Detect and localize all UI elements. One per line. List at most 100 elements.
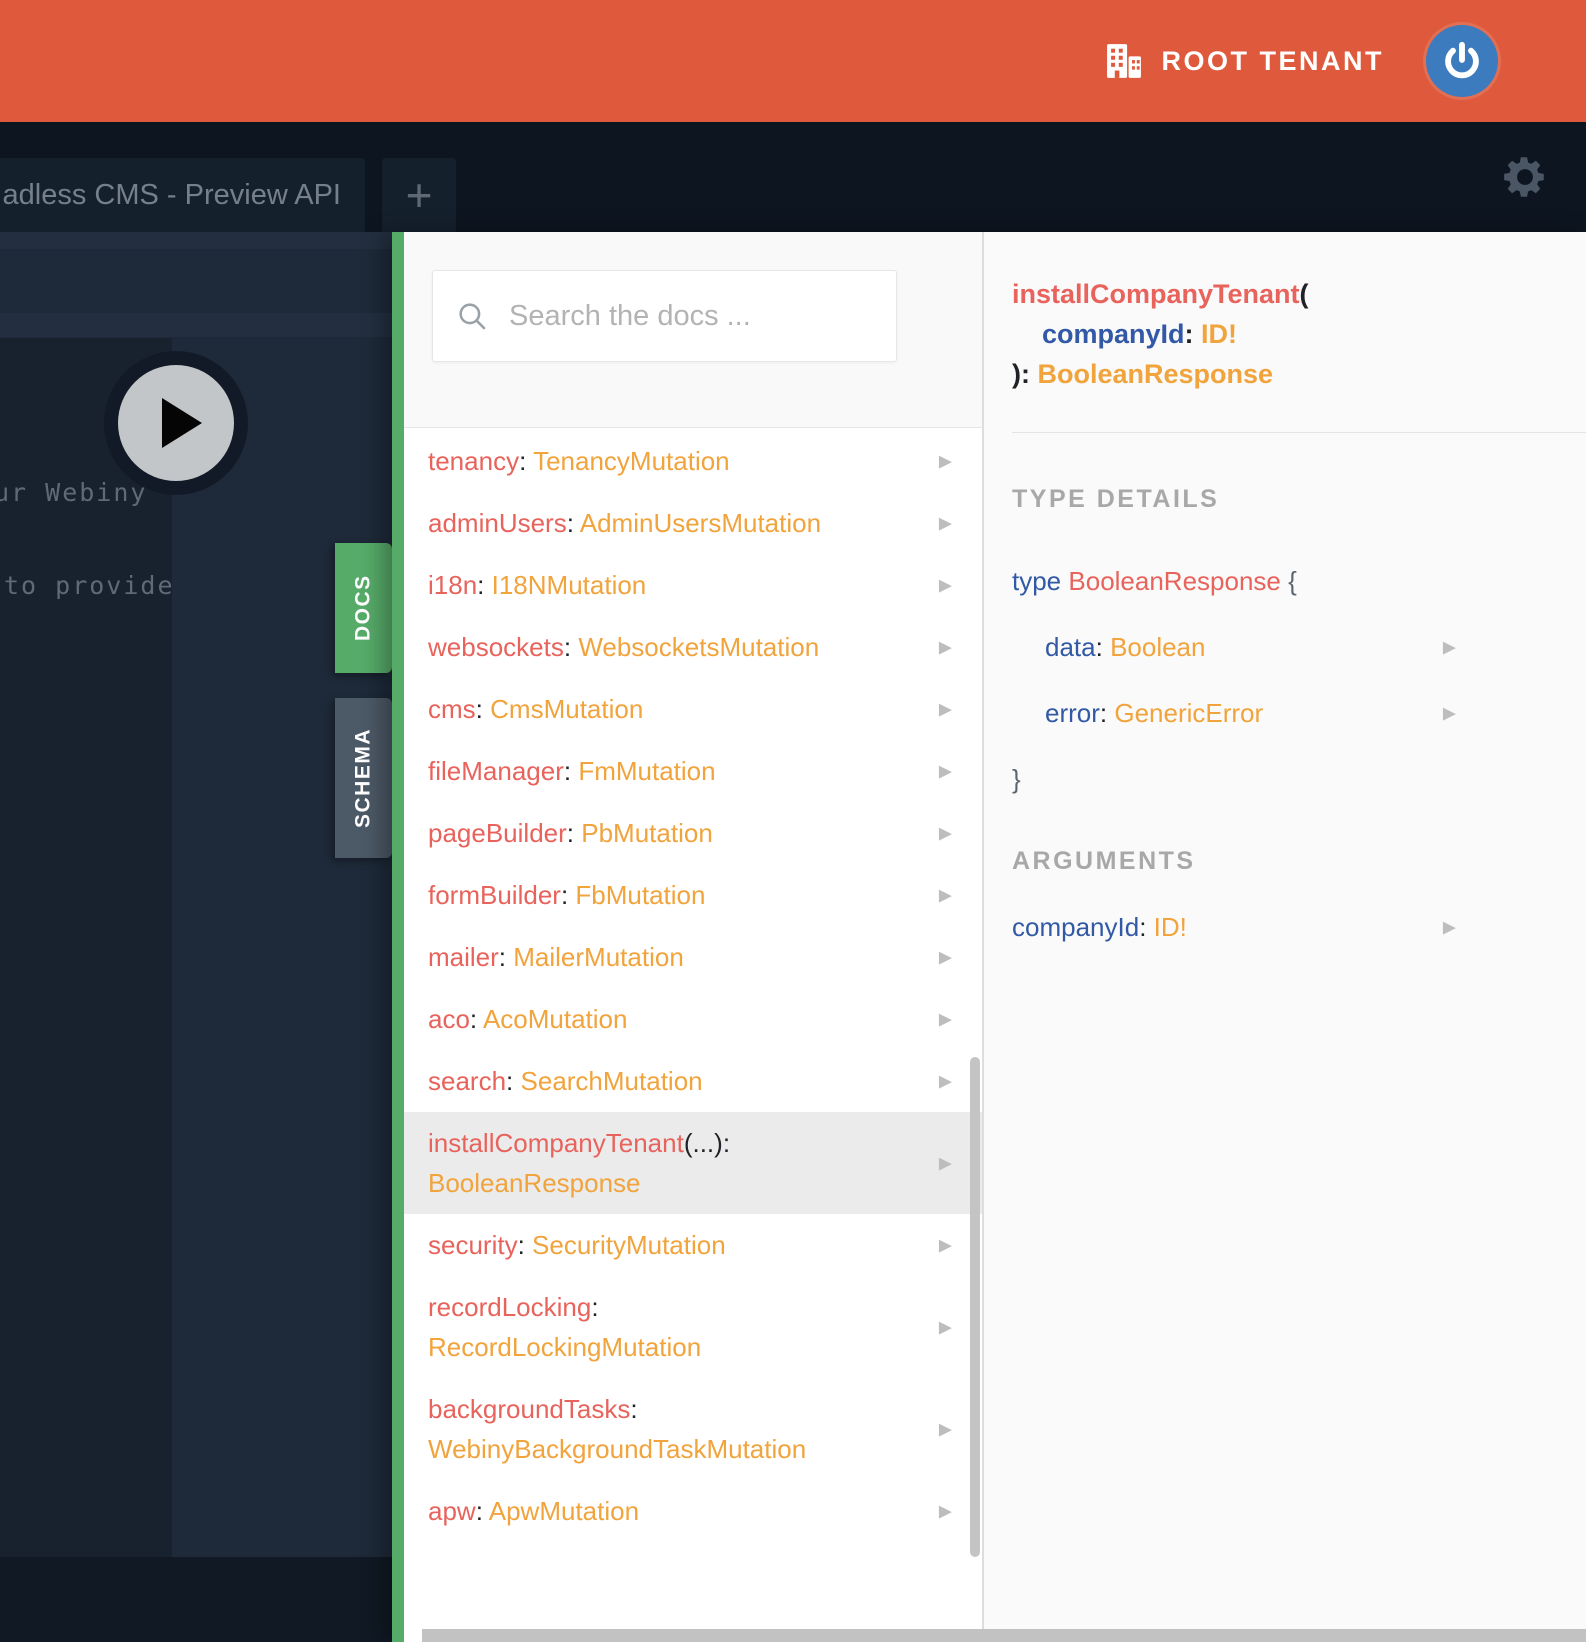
type-field-colon: : <box>1095 632 1111 662</box>
expand-arrow-icon: ▶ <box>1442 637 1456 657</box>
field-type: WebsocketsMutation <box>578 632 820 662</box>
field-name: cms <box>428 694 476 724</box>
expand-arrow-icon: ▶ <box>938 1153 952 1173</box>
expand-arrow-icon: ▶ <box>938 761 952 781</box>
docs-field-pageBuilder[interactable]: pageBuilder: PbMutation ▶ <box>404 802 982 864</box>
docs-field-search[interactable]: search: SearchMutation ▶ <box>404 1050 982 1112</box>
signature-arg-name: companyId <box>1042 319 1185 349</box>
docs-list-scrollbar[interactable] <box>970 1057 980 1557</box>
expand-arrow-icon: ▶ <box>938 1419 952 1439</box>
docs-field-apw[interactable]: apw: ApwMutation ▶ <box>404 1480 982 1542</box>
docs-field-recordLocking[interactable]: recordLocking: RecordLockingMutation ▶ <box>404 1276 982 1378</box>
field-type: I18NMutation <box>491 570 647 600</box>
field-name: security <box>428 1230 518 1260</box>
field-name: apw <box>428 1496 476 1526</box>
execute-query-button[interactable] <box>104 351 248 495</box>
field-name: search <box>428 1066 507 1096</box>
editor-bottom-bar <box>0 1557 392 1642</box>
field-colon: : <box>477 570 485 600</box>
docs-field-fileManager[interactable]: fileManager: FmMutation ▶ <box>404 740 982 802</box>
docs-field-tenancy[interactable]: tenancy: TenancyMutation ▶ <box>404 430 982 492</box>
search-box <box>432 270 897 362</box>
expand-arrow-icon: ▶ <box>938 947 952 967</box>
docs-list-column: tenancy: TenancyMutation▶ adminUsers: Adm… <box>404 232 982 1642</box>
argument-companyId[interactable]: companyId: ID! ▶ <box>1012 912 1586 942</box>
field-type: SecurityMutation <box>532 1230 726 1260</box>
editor-toolbar-band <box>0 232 392 249</box>
tenant-selector[interactable]: ROOT TENANT <box>1104 41 1385 81</box>
horizontal-scrollbar[interactable] <box>422 1629 1586 1642</box>
field-name: aco <box>428 1004 470 1034</box>
field-colon: : <box>722 1128 731 1158</box>
field-colon: : <box>563 756 572 786</box>
field-detail-panel: installCompanyTenant( companyId: ID! ): … <box>982 232 1586 1642</box>
main-area: ur Webiny to provide DOCS SCHEMA Search … <box>0 232 1586 1642</box>
expand-arrow-icon: ▶ <box>938 699 952 719</box>
tab-label: adless CMS - Preview API <box>2 178 341 211</box>
query-editor-pane[interactable]: ur Webiny to provide <box>0 232 392 1642</box>
field-type: AdminUsersMutation <box>579 508 822 538</box>
type-field-data[interactable]: data: Boolean ▶ <box>1012 632 1586 662</box>
tenant-label: ROOT TENANT <box>1161 45 1384 76</box>
docs-field-aco[interactable]: aco: AcoMutation ▶ <box>404 988 982 1050</box>
docs-field-installCompanyTenant[interactable]: installCompanyTenant(...): BooleanRespon… <box>404 1112 982 1214</box>
expand-arrow-icon: ▶ <box>938 513 952 533</box>
field-args: (...) <box>683 1128 723 1158</box>
type-field-list: data: Boolean ▶ error: GenericError ▶ <box>1012 632 1586 728</box>
field-name: installCompanyTenant <box>428 1128 684 1158</box>
building-icon <box>1106 44 1141 78</box>
power-icon <box>1445 41 1479 79</box>
field-colon: : <box>591 1292 599 1322</box>
new-tab-button[interactable]: + <box>382 158 456 232</box>
settings-button[interactable] <box>1500 152 1550 202</box>
editor-comment-line: ur Webiny <box>0 478 148 507</box>
signature-argument-line: companyId: ID! <box>1012 314 1558 354</box>
tab-headless-cms-preview-api[interactable]: adless CMS - Preview API <box>0 158 365 232</box>
type-field-name: error <box>1045 698 1100 728</box>
plus-icon: + <box>405 169 433 221</box>
mutation-field-list: tenancy: TenancyMutation ▶ adminUsers: Adm… <box>404 428 982 1542</box>
docs-field-backgroundTasks[interactable]: backgroundTasks: WebinyBackgroundTaskMut… <box>404 1378 982 1480</box>
argument-type: ID! <box>1153 912 1187 942</box>
type-field-error[interactable]: error: GenericError ▶ <box>1012 698 1586 728</box>
signature-arg-type: ID! <box>1201 319 1238 349</box>
docs-field-security[interactable]: security: SecurityMutation ▶ <box>404 1214 982 1276</box>
field-colon: : <box>630 1394 638 1424</box>
signature-close-paren: ): <box>1012 359 1038 389</box>
field-name: i18n <box>428 570 478 600</box>
field-type: TenancyMutation <box>533 446 730 476</box>
argument-colon: : <box>1139 912 1154 942</box>
docs-field-adminUsers[interactable]: adminUsers: AdminUsersMutation ▶ <box>404 492 982 554</box>
type-name[interactable]: BooleanResponse <box>1068 566 1281 596</box>
docs-field-cms[interactable]: cms: CmsMutation ▶ <box>404 678 982 740</box>
gear-icon <box>1504 157 1544 197</box>
schema-tab[interactable]: SCHEMA <box>335 698 392 858</box>
field-name: fileManager <box>428 756 564 786</box>
field-name: formBuilder <box>428 880 561 910</box>
search-input[interactable] <box>509 299 874 333</box>
signature-line-close: ): BooleanResponse <box>1012 354 1558 394</box>
type-keyword: type <box>1012 566 1062 596</box>
argument-list: companyId: ID! ▶ <box>1012 912 1586 942</box>
docs-field-websockets[interactable]: websockets: WebsocketsMutation ▶ <box>404 616 982 678</box>
field-type: FbMutation <box>575 880 706 910</box>
type-field-colon: : <box>1099 698 1115 728</box>
docs-field-i18n[interactable]: i18n: I18NMutation ▶ <box>404 554 982 616</box>
close-brace: } <box>1012 764 1021 794</box>
field-colon: : <box>475 1496 483 1526</box>
field-colon: : <box>506 1066 514 1096</box>
field-name: adminUsers <box>428 508 567 538</box>
field-type: WebinyBackgroundTaskMutation <box>428 1434 807 1464</box>
docs-field-formBuilder[interactable]: formBuilder: FbMutation ▶ <box>404 864 982 926</box>
expand-arrow-icon: ▶ <box>938 637 952 657</box>
logout-button[interactable] <box>1426 25 1498 97</box>
docs-field-mailer[interactable]: mailer: MailerMutation ▶ <box>404 926 982 988</box>
editor-comment-line: to provide <box>4 571 175 600</box>
editor-text-area <box>0 338 172 1557</box>
field-colon: : <box>560 880 569 910</box>
field-type: MailerMutation <box>513 942 684 972</box>
type-field-name: data <box>1045 632 1096 662</box>
field-type: CmsMutation <box>490 694 644 724</box>
play-icon <box>162 398 202 448</box>
docs-tab[interactable]: DOCS <box>335 543 392 673</box>
